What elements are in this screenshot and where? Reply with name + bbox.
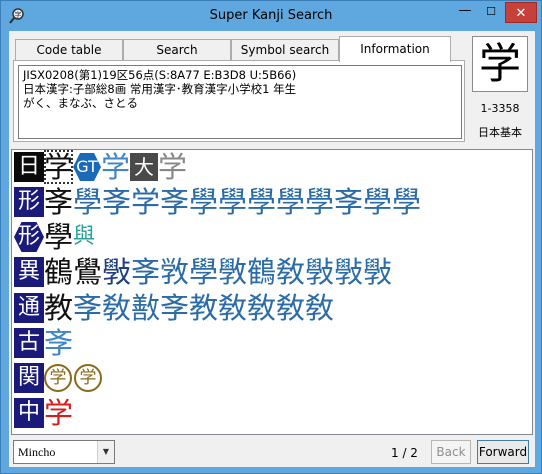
forward-button[interactable]: Forward (477, 440, 529, 464)
variant-row: 通教斈敎敾斈教敎敎敎敎 (14, 291, 334, 325)
variant-type-tag: 通 (14, 293, 44, 323)
variant-type-tag: 日 (14, 152, 44, 182)
information-panel: JISX0208(第1)19区56点(S:8A77 E:B3D8 U:5B66)… (13, 60, 465, 142)
app-window: 字 Super Kanji Search — ☐ ✕ Code table Se… (0, 0, 542, 474)
back-button[interactable]: Back (431, 440, 471, 464)
kanji-variant[interactable]: 斈 (44, 185, 73, 219)
kanji-variant[interactable]: 学 (44, 150, 74, 184)
variant-type-tag: 形 (14, 222, 44, 252)
tab-search[interactable]: Search (123, 39, 231, 61)
kanji-variant[interactable]: 教 (44, 291, 73, 325)
kanji-set: 日本基本 (478, 126, 522, 139)
kanji-variant[interactable]: 與 (73, 220, 95, 254)
variant-type-tag: 異 (14, 257, 44, 287)
variant-row: 形學與 (14, 220, 95, 254)
variant-row: 異鶴鷽斅斈敩學斆鶴敎斅斅斅 (14, 255, 392, 289)
circled-kanji[interactable]: 学 (44, 364, 72, 392)
variant-row: 日学 GT 学大学 (14, 150, 187, 184)
kanji-variant[interactable]: 学 (158, 150, 187, 184)
kanji-preview: 学 (472, 36, 528, 92)
variant-type-tag: 古 (14, 328, 44, 358)
source-badge[interactable]: GT (73, 153, 102, 181)
kanji-variant[interactable]: 斅 (102, 255, 131, 289)
kanji-variant[interactable]: 斈敎敾斈教敎敎敎敎 (73, 291, 334, 325)
circled-kanji[interactable]: 学 (74, 364, 102, 392)
variant-row: 中学 (14, 396, 73, 430)
kanji-info-text[interactable]: JISX0208(第1)19区56点(S:8A77 E:B3D8 U:5B66)… (18, 65, 462, 139)
kanji-variant[interactable]: 学 (44, 396, 73, 430)
font-select[interactable]: Mincho ▼ (13, 440, 115, 464)
kanji-variant[interactable]: 斈 (44, 326, 73, 360)
maximize-button[interactable]: ☐ (478, 2, 504, 22)
tab-information[interactable]: Information (339, 36, 451, 62)
variant-row: 関学学 (14, 361, 104, 395)
title-bar[interactable]: 字 Super Kanji Search — ☐ ✕ (1, 1, 541, 31)
kanji-variant[interactable]: 學 (44, 220, 73, 254)
bottom-bar: Mincho ▼ 1 / 2 Back Forward (9, 437, 535, 467)
tab-code-table[interactable]: Code table (15, 39, 123, 61)
variant-row: 形斈學斈学斈學學學學學斈學學 (14, 185, 421, 219)
close-button[interactable]: ✕ (505, 2, 537, 23)
variant-type-tag: 形 (14, 187, 44, 217)
kanji-variant[interactable]: 学 (101, 150, 130, 184)
client-area: Code table Search Symbol search Informat… (9, 31, 535, 467)
kanji-variant[interactable]: 鶴鷽 (44, 255, 102, 289)
source-badge[interactable]: 大 (130, 153, 159, 181)
tab-symbol-search[interactable]: Symbol search (231, 39, 339, 61)
kanji-code: 1-3358 (480, 102, 520, 115)
variant-list[interactable]: 日学 GT 学大学形斈學斈学斈學學學學學斈學學形學與異鶴鷽斅斈敩學斆鶴敎斅斅斅通教斈… (11, 149, 533, 435)
variant-type-tag: 中 (14, 398, 44, 428)
kanji-variant[interactable]: 學斈学斈學學學學學斈學學 (73, 185, 421, 219)
page-indicator: 1 / 2 (391, 446, 418, 460)
font-select-value: Mincho (18, 445, 56, 459)
variant-type-tag: 関 (14, 363, 44, 393)
minimize-button[interactable]: — (452, 2, 478, 22)
variant-row: 古斈 (14, 326, 73, 360)
kanji-variant[interactable]: 斈敩學斆鶴敎斅斅斅 (131, 255, 392, 289)
chevron-down-icon[interactable]: ▼ (97, 441, 114, 463)
